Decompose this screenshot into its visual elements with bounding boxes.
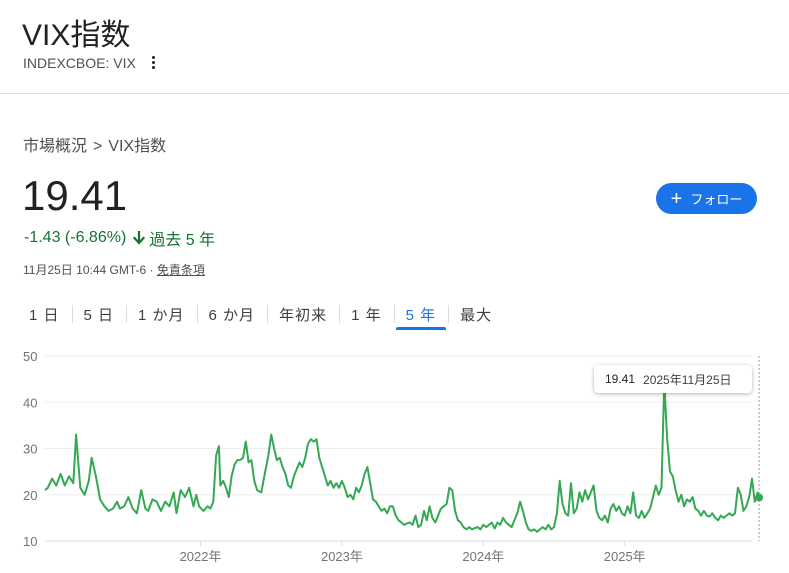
tab-label: 1 か月 <box>138 307 185 324</box>
ticker-symbol: INDEXCBOE: VIX <box>23 55 158 71</box>
page-title: VIX指数 <box>22 19 131 52</box>
arrow-down-icon <box>133 231 146 245</box>
more-options-icon[interactable] <box>150 56 158 70</box>
breadcrumb-root[interactable]: 市場概況 <box>23 138 87 155</box>
disclaimer-link[interactable]: 免責条項 <box>157 263 205 277</box>
breadcrumb: 市場概況 > VIX指数 <box>23 132 166 156</box>
plus-icon: + <box>670 187 683 210</box>
tooltip-date: 2025年11月25日 <box>643 372 732 387</box>
follow-button-label: フォロー <box>690 192 743 207</box>
x-tick-label: 2023年 <box>321 549 363 564</box>
tab-5-year[interactable]: 5 年 <box>393 300 449 330</box>
price-change: -1.43 (-6.86%) <box>24 229 127 246</box>
tab-label: 6 か月 <box>208 307 256 324</box>
tab-1-month[interactable]: 1 か月 <box>126 300 197 327</box>
x-tick-label: 2022年 <box>180 549 222 564</box>
x-tick-label: 2025年 <box>604 549 646 564</box>
breadcrumb-separator: > <box>93 138 103 155</box>
current-price: 19.41 <box>22 172 128 219</box>
quote-timestamp-row: 11月25日 10:44 GMT-6 · 免責条項 <box>23 261 205 278</box>
price-change-row: -1.43 (-6.86%) 過去 5 年 <box>24 226 215 250</box>
x-tick-label: 2024年 <box>462 549 504 564</box>
tab-6-month[interactable]: 6 か月 <box>196 300 268 327</box>
tab-label: 最大 <box>460 307 493 324</box>
header-divider <box>0 93 789 94</box>
chart-tooltip: 19.41 2025年11月25日 <box>594 365 752 393</box>
tab-label: 1 日 <box>29 307 60 324</box>
y-tick-label: 40 <box>23 395 37 410</box>
y-tick-label: 30 <box>23 442 37 457</box>
timestamp-separator: · <box>149 263 154 277</box>
tab-label: 年初来 <box>279 307 328 324</box>
tooltip-value: 19.41 <box>605 372 636 386</box>
tab-label: 5 年 <box>405 307 437 324</box>
last-point <box>755 493 764 502</box>
change-period: 過去 5 年 <box>149 232 216 249</box>
tab-5-day[interactable]: 5 日 <box>71 300 127 327</box>
tab-max[interactable]: 最大 <box>448 300 504 327</box>
range-tabs: 1 日 5 日 1 か月 6 か月 年初来 1 年 5 年 最大 <box>17 300 504 330</box>
y-tick-label: 50 <box>23 349 37 364</box>
tab-1-day[interactable]: 1 日 <box>17 300 72 327</box>
y-tick-label: 10 <box>23 534 37 549</box>
follow-button[interactable]: + フォロー <box>656 183 757 214</box>
breadcrumb-current: VIX指数 <box>108 138 167 155</box>
quote-timestamp: 11月25日 10:44 GMT-6 <box>23 263 147 277</box>
ticker-label: INDEXCBOE: VIX <box>23 55 136 71</box>
tab-label: 5 日 <box>83 307 115 324</box>
tab-1-year[interactable]: 1 年 <box>339 300 394 327</box>
y-tick-label: 20 <box>23 488 37 503</box>
tab-ytd[interactable]: 年初来 <box>267 300 339 327</box>
tab-label: 1 年 <box>351 307 382 324</box>
